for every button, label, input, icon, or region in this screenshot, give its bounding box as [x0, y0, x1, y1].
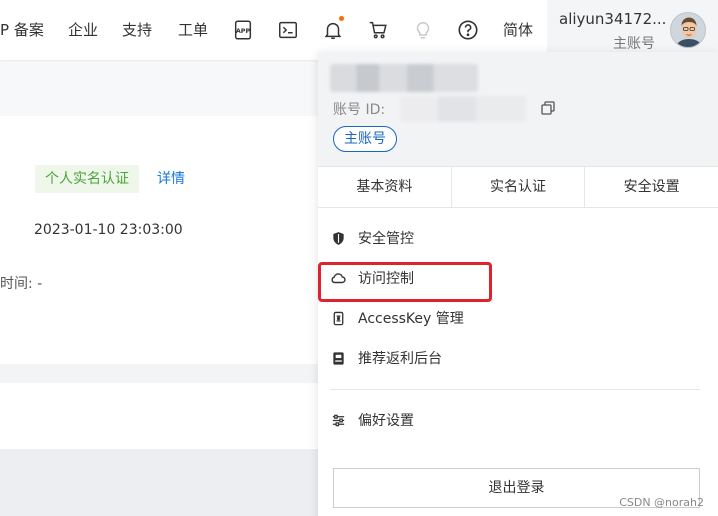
menu-item-label: 访问控制	[358, 271, 414, 287]
menu-divider	[330, 389, 700, 390]
shield-icon	[330, 230, 346, 246]
menu-item-access-control[interactable]: 访问控制	[330, 266, 414, 290]
page-footer-area	[0, 449, 330, 516]
nav-ticket[interactable]: 工单	[178, 0, 208, 60]
key-icon	[330, 310, 346, 326]
watermark: CSDN @norah2	[619, 496, 704, 509]
user-account-area[interactable]: aliyun34172... 主账号	[547, 0, 718, 60]
menu-item-referral[interactable]: 推荐返利后台	[330, 346, 442, 370]
menu-item-label: AccessKey 管理	[358, 311, 464, 327]
user-dropdown-panel: 账号 ID: 主账号 基本资料 实名认证 安全设置 安全管控 访问控制 Acce…	[318, 52, 718, 516]
top-navigation-bar: P 备案 企业 支持 工单 APP 简体 aliyun34172... 主账号	[0, 0, 718, 60]
bulb-icon[interactable]	[411, 18, 435, 42]
tab-security-settings[interactable]: 安全设置	[585, 167, 718, 207]
copy-icon[interactable]	[540, 100, 556, 116]
avatar[interactable]	[670, 12, 706, 48]
nav-support[interactable]: 支持	[122, 0, 152, 60]
menu-item-accesskey[interactable]: AccessKey 管理	[330, 306, 464, 330]
secondary-card	[0, 383, 330, 449]
tab-basic-info[interactable]: 基本资料	[318, 167, 452, 207]
dropdown-header: 账号 ID: 主账号	[318, 52, 718, 166]
language-switch[interactable]: 简体	[503, 0, 533, 60]
terminal-icon[interactable]	[276, 18, 300, 42]
tab-real-name[interactable]: 实名认证	[452, 167, 586, 207]
account-id-label: 账号 ID:	[333, 102, 386, 118]
masked-account-name	[330, 64, 478, 92]
register-date: 2023-01-10 23:03:00	[34, 222, 183, 238]
cart-icon[interactable]	[366, 18, 390, 42]
menu-item-label: 安全管控	[358, 231, 414, 247]
sliders-icon	[330, 412, 346, 428]
masked-account-id	[400, 96, 526, 122]
notification-dot	[339, 16, 344, 21]
user-role: 主账号	[613, 36, 655, 52]
time-field-label: 时间: -	[0, 276, 43, 292]
badge-icon	[330, 350, 346, 366]
dropdown-tabs: 基本资料 实名认证 安全设置	[318, 166, 718, 208]
menu-item-label: 偏好设置	[358, 413, 414, 429]
nav-icp-filing[interactable]: P 备案	[0, 0, 44, 60]
svg-text:APP: APP	[236, 27, 251, 35]
menu-item-security-control[interactable]: 安全管控	[330, 226, 414, 250]
verified-status-badge: 个人实名认证	[35, 165, 139, 193]
app-icon[interactable]: APP	[231, 18, 255, 42]
menu-item-preferences[interactable]: 偏好设置	[330, 408, 414, 432]
cloud-icon	[330, 270, 346, 286]
account-info-card	[0, 116, 330, 364]
nav-enterprise[interactable]: 企业	[68, 0, 98, 60]
bell-icon[interactable]	[321, 16, 345, 42]
user-name: aliyun34172...	[559, 10, 667, 28]
menu-item-label: 推荐返利后台	[358, 351, 442, 367]
verification-detail-link[interactable]: 详情	[157, 165, 185, 193]
main-account-badge: 主账号	[333, 126, 397, 152]
help-icon[interactable]	[456, 18, 480, 42]
